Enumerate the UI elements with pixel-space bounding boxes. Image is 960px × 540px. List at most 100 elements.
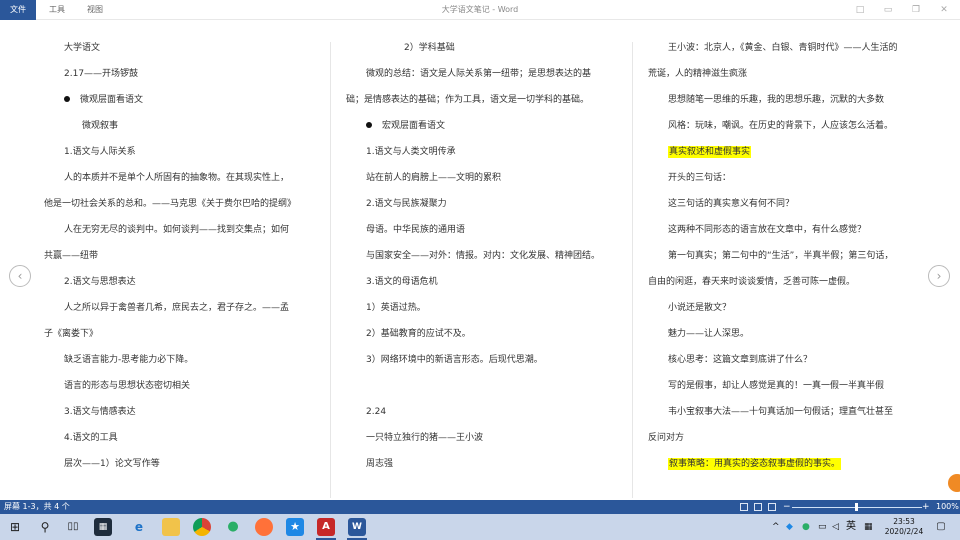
line-text: 自由的闲逛，春天来时谈谈爱情，乏善可陈一虚假。 — [648, 277, 856, 287]
word-icon[interactable]: W — [348, 518, 366, 536]
windows-start-icon[interactable]: ⊞ — [6, 518, 24, 536]
text-line: 微观层面看语文 — [44, 92, 143, 108]
network-icon[interactable]: ▭ — [818, 514, 827, 540]
tab-view[interactable]: 视图 — [78, 0, 112, 20]
previous-page-arrow-icon[interactable]: ‹ — [9, 265, 31, 287]
line-text: 1.语文与人际关系 — [64, 147, 136, 157]
taskbar: ⊞ ⚲ ▯▯ ▦ e ● ★ A W ^ ◆ ● ▭ ◁ 英 ▦ 23:53 2… — [0, 514, 960, 540]
chrome-icon[interactable] — [193, 518, 211, 536]
line-text: 语言的形态与思想状态密切相关 — [64, 381, 191, 391]
line-text: 础；是情感表达的基础；作为工具，语文是一切学科的基础。 — [346, 95, 590, 105]
line-text: 韦小宝叙事大法——十句真话加一句假话；理直气壮甚至 — [668, 407, 894, 417]
text-line: 风格：玩味，嘲讽。在历史的背景下，人应该怎么活着。 — [648, 118, 893, 134]
line-text: 微观的总结：语文是人际关系第一纽带；是思想表达的基 — [366, 69, 592, 79]
tab-file[interactable]: 文件 — [0, 0, 36, 20]
text-line: 共赢——纽带 — [44, 248, 98, 264]
line-text: 他是一切社会关系的总和。——马克思《关于费尔巴哈的提纲》 — [44, 199, 297, 209]
line-text: 2.语文与民族凝聚力 — [366, 199, 447, 209]
text-line: 思想随笔一思维的乐趣，我的思想乐趣，沉默的大多数 — [648, 92, 884, 108]
wechat-icon[interactable]: ● — [224, 518, 242, 536]
floating-assistant-icon[interactable] — [948, 474, 960, 492]
text-line: 叙事策略：用真实的姿态叙事虚假的事实。 — [648, 456, 842, 472]
line-text: 第一句真实；第二句中的“生活”，半真半假；第三句话， — [668, 251, 894, 261]
text-line: 2.语文与思想表达 — [44, 274, 136, 290]
file-explorer-icon[interactable] — [162, 518, 180, 536]
line-text: 2.24 — [366, 407, 387, 417]
bullet-icon — [366, 121, 372, 128]
next-page-arrow-icon[interactable]: › — [928, 265, 950, 287]
tab-tools[interactable]: 工具 — [40, 0, 74, 20]
line-text: 思想随笔一思维的乐趣，我的思想乐趣，沉默的大多数 — [668, 95, 885, 105]
keyboard-icon[interactable]: ▦ — [864, 514, 873, 540]
line-text: 2）基础教育的应试不及。 — [366, 329, 471, 339]
line-text: 一只特立独行的猪——王小波 — [366, 433, 484, 443]
text-line — [346, 378, 366, 394]
document-area: 大学语文 2.17——开场锣鼓 微观层面看语文微观叙事 1.语文与人际关系人的本质并不… — [0, 20, 960, 500]
text-line: 人在无穷无尽的谈判中。如何谈判——找到交集点；如何 — [44, 222, 289, 238]
page-count: 屏幕 1-3，共 4 个 — [4, 502, 70, 511]
text-line: 1）英语过热。 — [346, 300, 426, 316]
window-icon[interactable]: ❐ — [908, 2, 924, 18]
highlighted-text: 叙事策略：用真实的姿态叙事虚假的事实。 — [668, 458, 842, 470]
read-mode-icon[interactable] — [740, 503, 748, 511]
tray-app-icon[interactable]: ◆ — [786, 514, 793, 540]
zoom-out-button[interactable]: − — [783, 500, 791, 514]
system-clock[interactable]: 23:53 2020/2/24 — [884, 517, 924, 537]
notification-icon[interactable]: ▢ — [932, 518, 950, 536]
text-line: 这两种不同形态的语言放在文章中，有什么感觉？ — [648, 222, 866, 238]
zoom-level[interactable]: 100% — [936, 500, 959, 514]
clock-date: 2020/2/24 — [884, 527, 924, 536]
restore-icon[interactable]: □ — [852, 2, 868, 18]
text-line: 小说还是散文？ — [648, 300, 731, 316]
clock-time: 23:53 — [893, 517, 915, 526]
line-text: 子《离娄下》 — [44, 329, 99, 339]
chevron-up-icon[interactable]: ^ — [772, 514, 780, 540]
star-app-icon[interactable]: ★ — [286, 518, 304, 536]
text-line: 2.语文与民族凝聚力 — [346, 196, 447, 212]
text-line: 真实叙述和虚假事实 — [648, 144, 752, 160]
text-line: 1.语文与人类文明传承 — [346, 144, 456, 160]
line-text: 这三句话的真实意义有何不同？ — [668, 199, 795, 209]
text-line: 2.17——开场锣鼓 — [44, 66, 138, 82]
line-text: 缺乏语言能力-思考能力必下降。 — [64, 355, 194, 365]
text-line: 大学语文 — [44, 40, 100, 56]
pdf-icon[interactable]: A — [317, 518, 335, 536]
volume-icon[interactable]: ◁ — [832, 514, 839, 540]
text-line: 3）网络环境中的新语言形态。后现代思潮。 — [346, 352, 543, 368]
text-line: 2.24 — [346, 404, 386, 420]
text-line: 3.语文与情感表达 — [44, 404, 136, 420]
input-language-indicator[interactable]: 英 — [846, 514, 856, 540]
search-icon[interactable]: ⚲ — [36, 518, 54, 536]
text-line: 2）学科基础 — [346, 40, 455, 56]
edge-icon[interactable]: e — [130, 518, 148, 536]
line-text: 1）英语过热。 — [366, 303, 426, 313]
text-line: 3.语文的母语危机 — [346, 274, 438, 290]
text-line: 核心思考：这篇文章到底讲了什么？ — [648, 352, 812, 368]
line-text: 开头的三句话： — [668, 173, 732, 183]
line-text: 核心思考：这篇文章到底讲了什么？ — [668, 355, 813, 365]
line-text: 人的本质并不是单个人所固有的抽象物。在其现实性上， — [64, 173, 290, 183]
close-icon[interactable]: ✕ — [936, 2, 952, 18]
line-text: 微观叙事 — [82, 121, 119, 131]
status-bar: 屏幕 1-3，共 4 个 − + 100% — [0, 500, 960, 514]
print-layout-icon[interactable] — [754, 503, 762, 511]
text-line: 王小波：北京人，《黄金、白银、青铜时代》——人生活的 — [648, 40, 898, 56]
text-line: 第一句真实；第二句中的“生活”，半真半假；第三句话， — [648, 248, 893, 264]
text-line: 子《离娄下》 — [44, 326, 98, 342]
pages-icon[interactable]: ▭ — [880, 2, 896, 18]
text-line: 4.语文的工具 — [44, 430, 118, 446]
store-icon[interactable]: ▦ — [94, 518, 112, 536]
web-layout-icon[interactable] — [768, 503, 776, 511]
window-title: 大学语文笔记 - Word — [441, 5, 519, 14]
zoom-in-button[interactable]: + — [922, 500, 930, 514]
text-line: 他是一切社会关系的总和。——马克思《关于费尔巴哈的提纲》 — [44, 196, 296, 212]
firefox-icon[interactable] — [255, 518, 273, 536]
line-text: 荒诞，人的精神滋生疯涨 — [648, 69, 748, 79]
zoom-slider-thumb[interactable] — [855, 503, 858, 511]
tray-wechat-icon[interactable]: ● — [802, 514, 810, 540]
highlighted-text: 真实叙述和虚假事实 — [668, 146, 752, 158]
text-line: 语言的形态与思想状态密切相关 — [44, 378, 190, 394]
task-view-icon[interactable]: ▯▯ — [64, 518, 82, 536]
line-text: 1.语文与人类文明传承 — [366, 147, 456, 157]
text-line: 母语。中华民族的通用语 — [346, 222, 465, 238]
